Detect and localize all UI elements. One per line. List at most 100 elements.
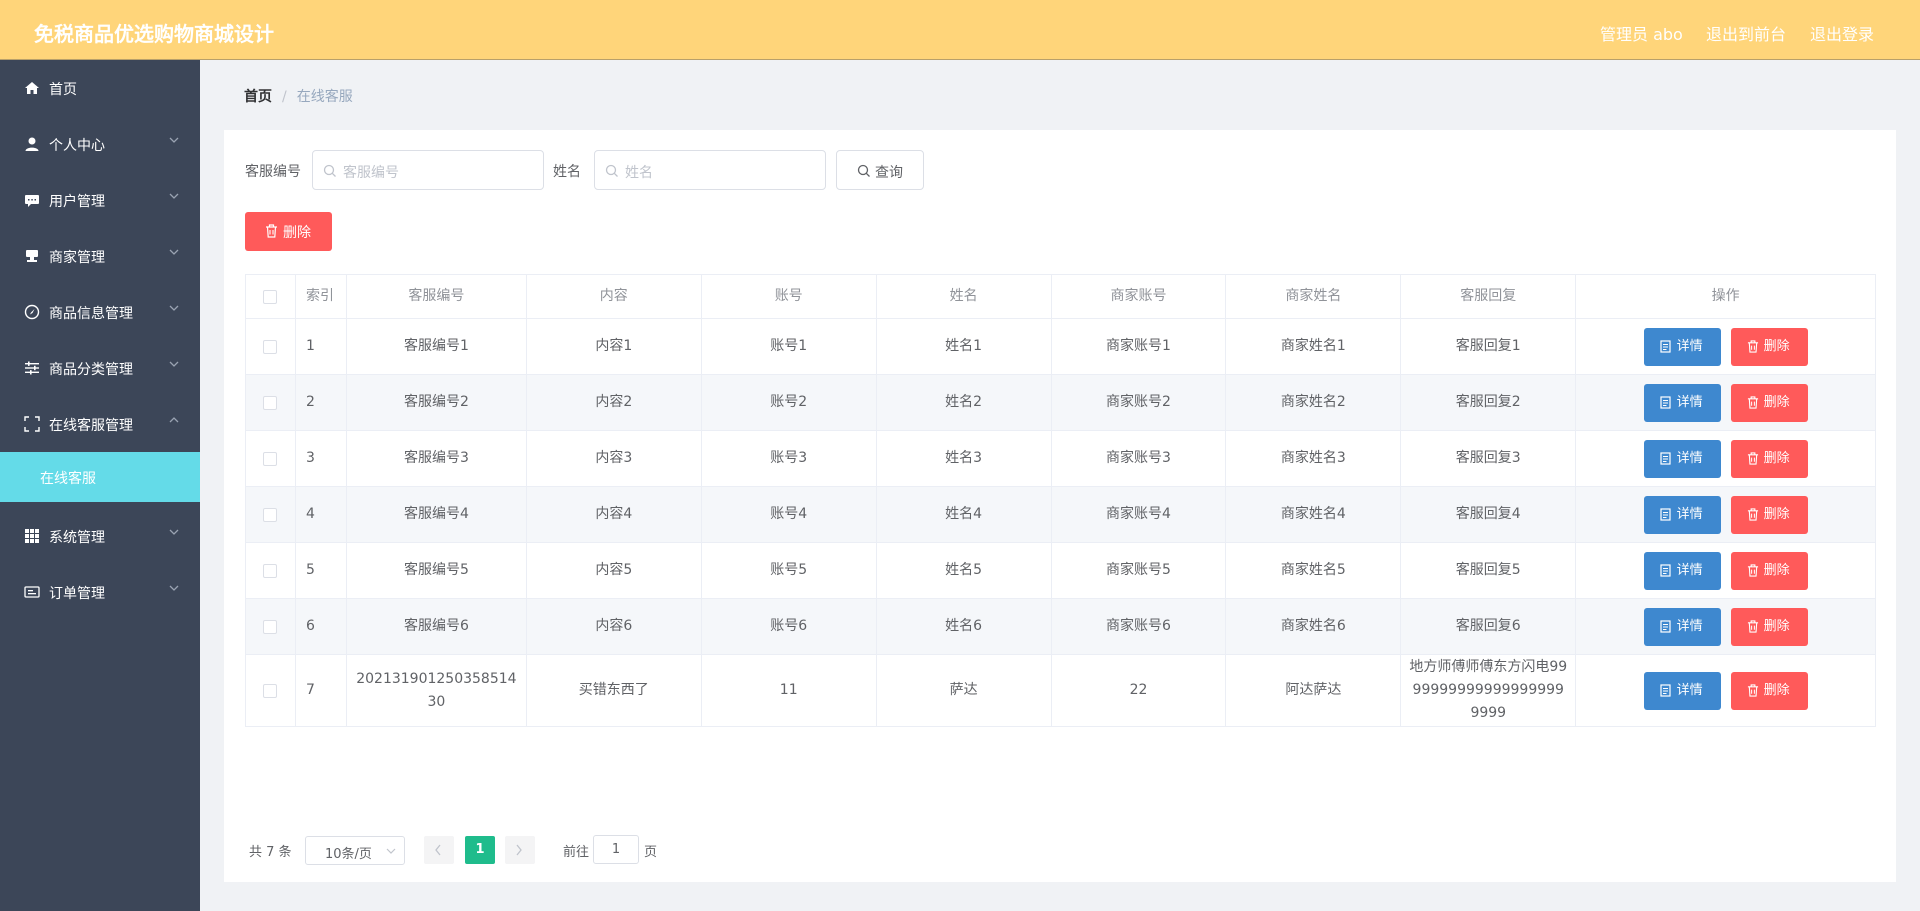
- page-size-select[interactable]: 10条/页: [305, 836, 405, 865]
- name-placeholder: 姓名: [625, 165, 653, 181]
- sidebar-item-label: 商品分类管理: [49, 362, 133, 378]
- sidebar-item-online-service-management[interactable]: 在线客服管理: [0, 396, 200, 452]
- table-cell: 商家账号3: [1052, 431, 1227, 486]
- delete-button[interactable]: 删除: [1730, 551, 1808, 590]
- column-header: 商家账号: [1052, 275, 1227, 318]
- delete-button[interactable]: 删除: [1730, 439, 1808, 478]
- select-all-checkbox[interactable]: [263, 289, 278, 304]
- table-cell: 商家姓名1: [1226, 319, 1402, 374]
- cell-text: 姓名1: [945, 338, 983, 354]
- delete-button[interactable]: 删除: [1730, 495, 1808, 534]
- table-row: 1 客服编号1 内容1 账号1 姓名1 商家账号1 商家姓名1 客服回复1 详情 删除: [246, 319, 1877, 375]
- table-cell: 地方师傅师傅东方闪电99999999999999999999999: [1401, 655, 1577, 726]
- table-cell: 账号1: [702, 319, 877, 374]
- delete-button[interactable]: 删除: [1730, 327, 1808, 366]
- document-icon: [1660, 619, 1671, 633]
- sidebar-item-personal-center[interactable]: 个人中心: [0, 116, 200, 172]
- row-actions-cell: 详情 删除: [1576, 375, 1877, 430]
- sidebar-subitem-online-service[interactable]: 在线客服: [0, 452, 200, 502]
- name-label: 姓名: [553, 164, 581, 180]
- cell-text: 4: [305, 506, 315, 522]
- trash-icon: [1747, 683, 1758, 697]
- delete-button[interactable]: 删除: [1730, 383, 1808, 422]
- prev-page-button[interactable]: [424, 836, 454, 864]
- row-checkbox[interactable]: [263, 339, 278, 354]
- next-page-button[interactable]: [505, 836, 535, 864]
- cell-text: 1: [305, 338, 315, 354]
- detail-button[interactable]: 详情: [1643, 327, 1721, 366]
- table-cell: 内容3: [527, 431, 702, 486]
- detail-button[interactable]: 详情: [1643, 495, 1721, 534]
- batch-delete-button[interactable]: 删除: [245, 212, 332, 251]
- detail-button-label: 详情: [1676, 682, 1703, 698]
- cell-text: 2: [305, 394, 315, 410]
- column-header: 商家姓名: [1226, 275, 1402, 318]
- row-checkbox[interactable]: [263, 619, 278, 634]
- sidebar-item-label: 商品信息管理: [49, 306, 133, 322]
- search-icon: [323, 164, 336, 177]
- logout-link[interactable]: 退出登录: [1810, 21, 1874, 45]
- row-checkbox[interactable]: [263, 563, 278, 578]
- sidebar-item-merchant-management[interactable]: 商家管理: [0, 228, 200, 284]
- row-checkbox[interactable]: [263, 395, 278, 410]
- detail-button[interactable]: 详情: [1643, 551, 1721, 590]
- sidebar-item-category-management[interactable]: 商品分类管理: [0, 340, 200, 396]
- cell-text: 账号6: [770, 618, 808, 634]
- cell-text: 商家账号2: [1106, 394, 1171, 410]
- cell-text: 客服编号1: [403, 338, 469, 354]
- current-page[interactable]: 1: [465, 836, 495, 864]
- sidebar-item-label: 首页: [49, 82, 77, 98]
- table-cell: 客服回复5: [1401, 543, 1577, 598]
- row-select-cell: [246, 319, 296, 374]
- detail-button[interactable]: 详情: [1643, 383, 1721, 422]
- exit-to-front-link[interactable]: 退出到前台: [1706, 21, 1786, 45]
- table-cell: 账号6: [702, 599, 877, 654]
- table-cell: 姓名3: [877, 431, 1052, 486]
- table-cell: 5: [296, 543, 347, 598]
- table-cell: 内容6: [527, 599, 702, 654]
- delete-button[interactable]: 删除: [1730, 607, 1808, 646]
- table-cell: 客服编号3: [347, 431, 527, 486]
- delete-button-label: 删除: [1763, 338, 1790, 354]
- row-select-cell: [246, 431, 296, 486]
- cell-text: 内容5: [595, 562, 633, 578]
- top-header: 免税商品优选购物商城设计 管理员 abo 退出到前台 退出登录: [0, 0, 1920, 60]
- cell-text: 账号5: [770, 562, 808, 578]
- cell-text: 7: [305, 682, 315, 698]
- cell-text: 内容6: [595, 618, 633, 634]
- sidebar-item-product-info[interactable]: 商品信息管理: [0, 284, 200, 340]
- sidebar-item-home[interactable]: 首页: [0, 60, 200, 116]
- detail-button[interactable]: 详情: [1643, 607, 1721, 646]
- app-title: 免税商品优选购物商城设计: [34, 22, 274, 46]
- stamp-icon: [26, 250, 38, 262]
- sidebar-item-system-management[interactable]: 系统管理: [0, 508, 200, 564]
- service-table: 索引 客服编号 内容 账号 姓名 商家账号 商家姓名 客服回复 操作 1 客服编号…: [245, 274, 1877, 727]
- chevron-down-icon: [169, 529, 179, 535]
- row-checkbox[interactable]: [263, 507, 278, 522]
- page-jump-input[interactable]: 1: [593, 835, 639, 864]
- delete-button-label: 删除: [1763, 506, 1790, 522]
- column-header: 内容: [527, 275, 702, 318]
- table-cell: 阿达萨达: [1226, 655, 1402, 726]
- table-cell: 客服编号6: [347, 599, 527, 654]
- table-cell: 商家账号5: [1052, 543, 1227, 598]
- detail-button[interactable]: 详情: [1643, 439, 1721, 478]
- table-cell: 客服编号4: [347, 487, 527, 542]
- sidebar-item-user-management[interactable]: 用户管理: [0, 172, 200, 228]
- name-input[interactable]: 姓名: [594, 150, 826, 190]
- column-header: 操作: [1576, 275, 1877, 318]
- sidebar-item-label: 订单管理: [49, 586, 105, 602]
- table-cell: 商家姓名2: [1226, 375, 1402, 430]
- query-button[interactable]: 查询: [836, 150, 924, 190]
- row-checkbox[interactable]: [263, 683, 278, 698]
- delete-button[interactable]: 删除: [1730, 671, 1808, 710]
- sidebar-item-order-management[interactable]: 订单管理: [0, 564, 200, 620]
- row-checkbox[interactable]: [263, 451, 278, 466]
- breadcrumb-home[interactable]: 首页: [244, 89, 272, 105]
- table-cell: 账号3: [702, 431, 877, 486]
- chevron-left-icon: [435, 844, 441, 856]
- row-select-cell: [246, 655, 296, 726]
- detail-button[interactable]: 详情: [1643, 671, 1721, 710]
- service-id-input[interactable]: 客服编号: [312, 150, 544, 190]
- column-header: 客服编号: [347, 275, 527, 318]
